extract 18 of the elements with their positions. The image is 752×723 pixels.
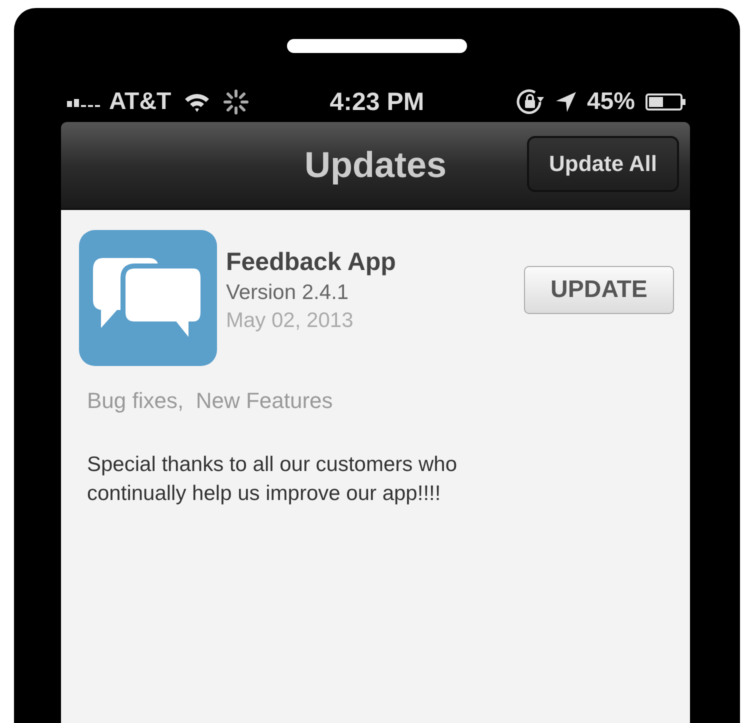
clock-time: 4:23 PM [330, 88, 424, 116]
release-notes: Special thanks to all our customers who continually help us improve our app!!!! [87, 452, 458, 508]
battery-percent: 45% [586, 88, 635, 116]
location-arrow-icon [554, 91, 577, 113]
app-icon [79, 230, 217, 366]
update-all-button[interactable]: Update All [527, 136, 679, 192]
carrier-name: AT&T [109, 88, 172, 116]
app-version: Version 2.4.1 [226, 281, 350, 305]
signal-icon [67, 97, 103, 107]
wifi-icon [183, 91, 212, 113]
release-tags: Bug fixes, New Features [87, 388, 674, 414]
battery-icon [644, 92, 687, 112]
rotation-lock-icon [514, 87, 545, 117]
release-date: May 02, 2013 [226, 309, 354, 333]
screen-title: Updates [304, 144, 447, 186]
app-name: Feedback App [226, 248, 397, 277]
loading-spinner-icon [223, 89, 250, 115]
update-button[interactable]: UPDATE [524, 266, 674, 314]
